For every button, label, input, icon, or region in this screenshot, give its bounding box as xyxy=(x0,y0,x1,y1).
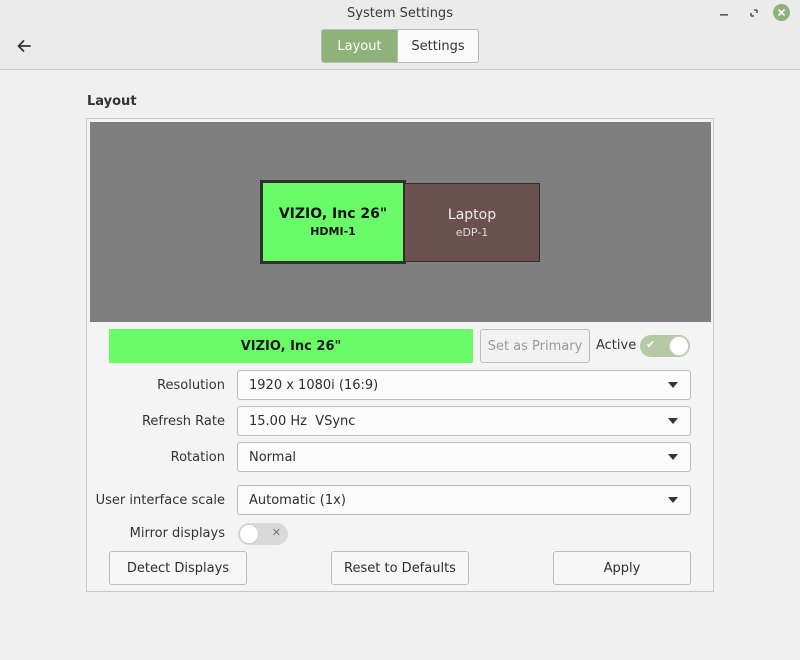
rotation-value: Normal xyxy=(249,449,297,465)
monitor-laptop[interactable]: Laptop eDP-1 xyxy=(404,183,540,262)
monitor-arrangement-canvas[interactable]: VIZIO, Inc 26" HDMI-1 Laptop eDP-1 xyxy=(90,122,711,322)
refresh-rate-value: 15.00 Hz VSync xyxy=(249,413,356,429)
tab-settings[interactable]: Settings xyxy=(397,30,478,62)
dropdown-arrow-icon xyxy=(668,418,678,424)
back-button[interactable] xyxy=(12,34,36,58)
tab-layout[interactable]: Layout xyxy=(322,30,397,62)
maximize-icon[interactable] xyxy=(745,4,763,22)
ui-scale-dropdown[interactable]: Automatic (1x) xyxy=(237,485,691,515)
check-icon: ✔ xyxy=(646,338,656,351)
dropdown-arrow-icon xyxy=(668,497,678,503)
dropdown-arrow-icon xyxy=(668,382,678,388)
ui-scale-value: Automatic (1x) xyxy=(249,492,346,508)
title-bar: System Settings Layout Settings xyxy=(0,0,800,70)
apply-button[interactable]: Apply xyxy=(553,551,691,585)
display-panel: VIZIO, Inc 26" HDMI-1 Laptop eDP-1 VIZIO… xyxy=(86,118,714,592)
mirror-displays-label: Mirror displays xyxy=(129,526,225,541)
dropdown-arrow-icon xyxy=(668,454,678,460)
monitor-vizio[interactable]: VIZIO, Inc 26" HDMI-1 xyxy=(260,180,406,264)
monitor-connector: eDP-1 xyxy=(455,225,489,239)
resolution-label: Resolution xyxy=(157,378,225,393)
section-title: Layout xyxy=(87,94,137,109)
toggle-knob xyxy=(239,524,259,544)
tab-switcher: Layout Settings xyxy=(321,29,479,63)
ui-scale-label: User interface scale xyxy=(95,493,225,508)
monitor-name: Laptop xyxy=(447,206,497,223)
active-toggle[interactable]: ✔ xyxy=(640,335,690,357)
selected-monitor-label: VIZIO, Inc 26" xyxy=(109,329,473,363)
reset-to-defaults-button[interactable]: Reset to Defaults xyxy=(331,551,469,585)
active-label: Active xyxy=(596,338,637,353)
refresh-rate-dropdown[interactable]: 15.00 Hz VSync xyxy=(237,406,691,436)
window-title: System Settings xyxy=(347,6,453,21)
rotation-label: Rotation xyxy=(170,450,225,465)
monitor-name: VIZIO, Inc 26" xyxy=(278,206,388,222)
x-icon: ✕ xyxy=(271,526,281,539)
back-arrow-icon xyxy=(17,40,31,52)
minimize-icon[interactable] xyxy=(715,4,733,22)
rotation-dropdown[interactable]: Normal xyxy=(237,442,691,472)
toggle-knob xyxy=(669,336,689,356)
resolution-dropdown[interactable]: 1920 x 1080i (16:9) xyxy=(237,370,691,400)
monitor-connector: HDMI-1 xyxy=(310,225,356,238)
mirror-displays-toggle[interactable]: ✕ xyxy=(238,523,288,545)
detect-displays-button[interactable]: Detect Displays xyxy=(109,551,247,585)
resolution-value: 1920 x 1080i (16:9) xyxy=(249,377,379,393)
refresh-rate-label: Refresh Rate xyxy=(141,414,225,429)
set-as-primary-button[interactable]: Set as Primary xyxy=(480,329,590,363)
close-icon[interactable] xyxy=(773,4,790,21)
